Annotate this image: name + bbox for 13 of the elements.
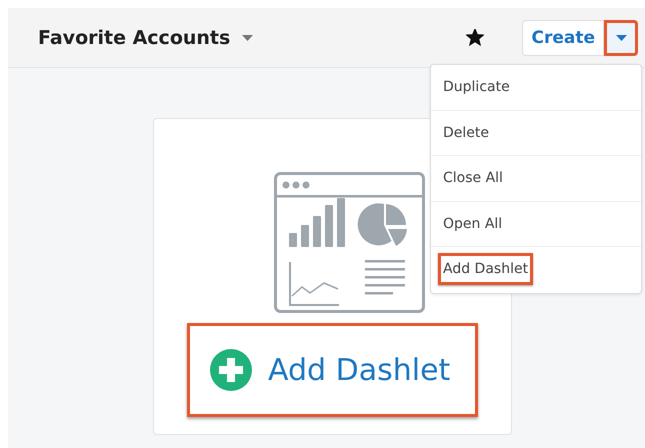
plus-circle-icon (210, 349, 252, 391)
actions-dropdown-toggle[interactable] (604, 20, 638, 56)
menu-item[interactable]: Delete (438, 116, 494, 148)
menu-item[interactable]: Close All (438, 162, 508, 194)
create-button[interactable]: Create (522, 20, 604, 56)
menu-item[interactable]: Duplicate (438, 71, 515, 103)
caret-icon[interactable] (242, 34, 254, 40)
menu-item[interactable]: Add Dashlet (438, 253, 534, 285)
star-icon[interactable] (466, 29, 484, 46)
add-dashlet-button[interactable]: Add Dashlet (187, 323, 478, 417)
page-title: Favorite Accounts (38, 26, 230, 48)
caret-icon (616, 34, 626, 40)
menu-item[interactable]: Open All (438, 208, 508, 240)
